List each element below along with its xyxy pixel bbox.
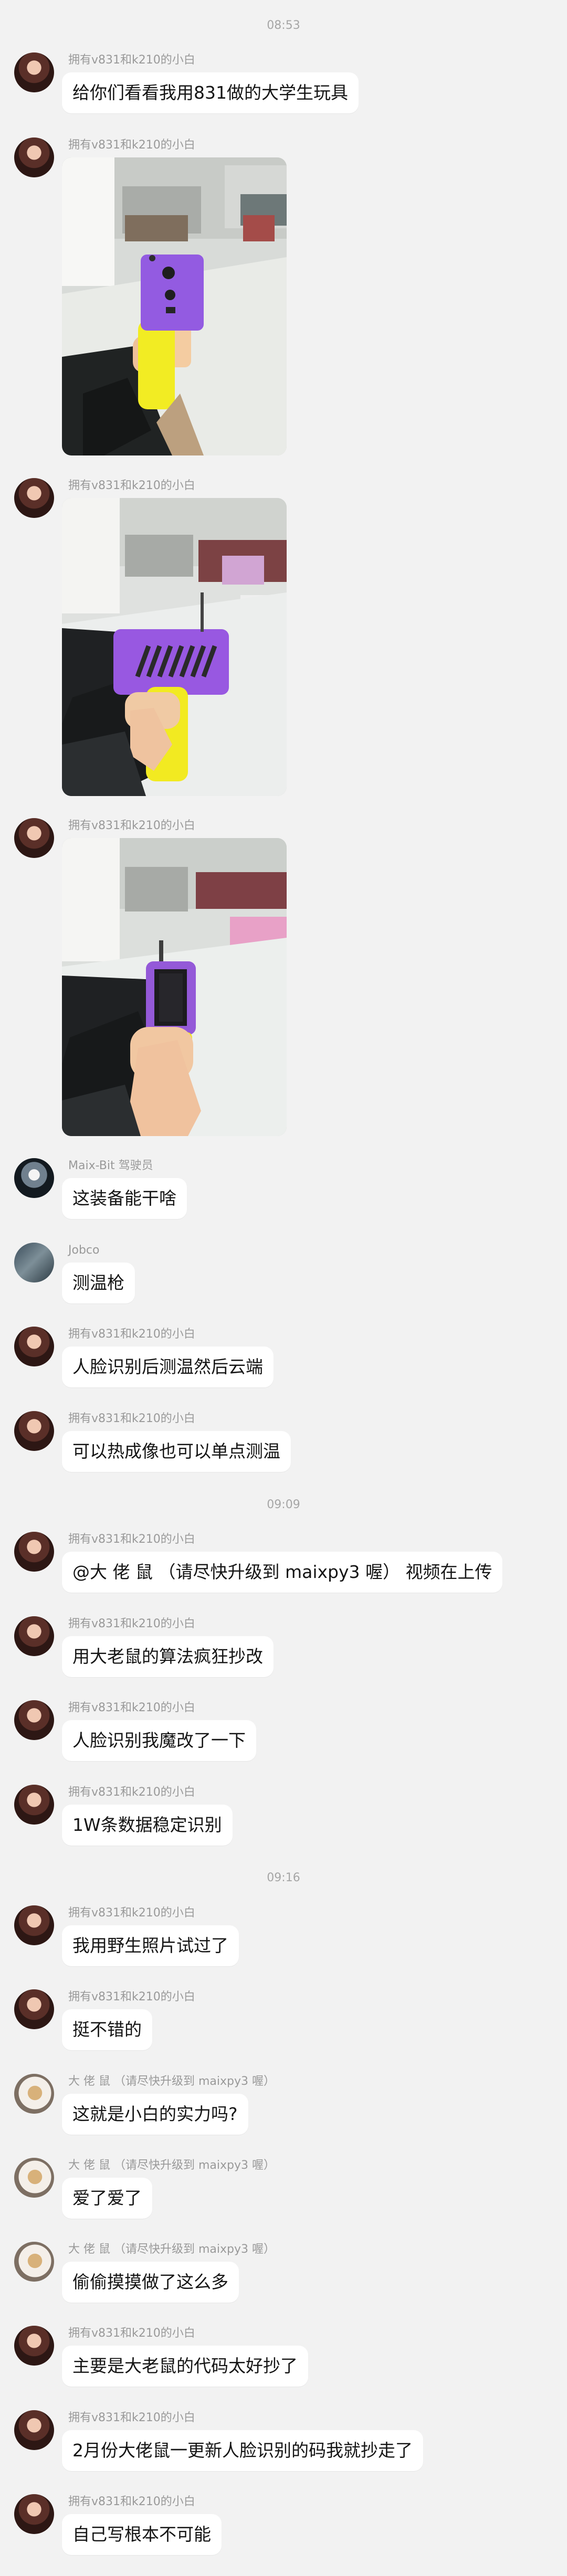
sender-name: 大 佬 鼠 （请尽快升级到 maixpy3 喔） [68,2075,275,2088]
timestamp: 08:53 [267,19,300,32]
timestamp: 09:09 [267,1498,300,1511]
avatar[interactable] [14,1700,54,1740]
sender-name: 拥有v831和k210的小白 [68,479,195,492]
device-photo [62,498,287,796]
sender-name: 大 佬 鼠 （请尽快升级到 maixpy3 喔） [68,2159,275,2172]
avatar[interactable] [14,2158,54,2198]
avatar[interactable] [14,2494,54,2534]
image-message-device-front[interactable] [62,157,287,455]
sender-name: 拥有v831和k210的小白 [68,819,195,832]
avatar[interactable] [14,1327,54,1366]
sender-name: 拥有v831和k210的小白 [68,1990,195,2003]
sender-name: 大 佬 鼠 （请尽快升级到 maixpy3 喔） [68,2243,275,2256]
device-photo [62,157,287,455]
avatar[interactable] [14,818,54,858]
message-bubble[interactable]: 人脸识别后测温然后云端 [62,1347,274,1387]
message-bubble[interactable]: 1W条数据稳定识别 [62,1805,233,1846]
image-message-device-screen[interactable] [62,838,287,1136]
sender-name: 拥有v831和k210的小白 [68,2327,195,2340]
message-bubble[interactable]: 给你们看看我用831做的大学生玩具 [62,72,359,113]
message-bubble[interactable]: 主要是大老鼠的代码太好抄了 [62,2346,308,2387]
sender-name: 拥有v831和k210的小白 [68,2411,195,2424]
sender-name: 拥有v831和k210的小白 [68,1786,195,1799]
sender-name: Jobco [68,1244,100,1257]
message-bubble[interactable]: 测温枪 [62,1263,135,1303]
avatar[interactable] [14,1158,54,1198]
timestamp: 09:16 [267,1871,300,1884]
message-bubble[interactable]: 我用野生照片试过了 [62,1925,239,1966]
message-bubble[interactable]: 人脸识别我魔改了一下 [62,1720,256,1761]
avatar[interactable] [14,1411,54,1451]
avatar[interactable] [14,2242,54,2282]
message-bubble[interactable]: 用大老鼠的算法疯狂抄改 [62,1636,274,1677]
sender-name: 拥有v831和k210的小白 [68,1617,195,1630]
message-bubble[interactable]: 这就是小白的实力吗? [62,2094,248,2135]
avatar[interactable] [14,2326,54,2366]
message-bubble[interactable]: @大 佬 鼠 （请尽快升级到 maixpy3 喔） 视频在上传 [62,1552,503,1593]
chat-history[interactable]: 08:53 拥有v831和k210的小白 给你们看看我用831做的大学生玩具 拥… [0,0,567,2576]
device-photo [62,838,287,1136]
sender-name: 拥有v831和k210的小白 [68,2495,195,2508]
avatar[interactable] [14,1905,54,1945]
avatar[interactable] [14,137,54,177]
sender-name: 拥有v831和k210的小白 [68,1412,195,1425]
message-bubble[interactable]: 挺不错的 [62,2009,152,2050]
message-bubble[interactable]: 这装备能干啥 [62,1178,187,1219]
message-bubble[interactable]: 可以热成像也可以单点测温 [62,1431,291,1472]
avatar[interactable] [14,1989,54,2029]
avatar[interactable] [14,1785,54,1825]
avatar[interactable] [14,1243,54,1282]
sender-name: 拥有v831和k210的小白 [68,1328,195,1341]
sender-name: 拥有v831和k210的小白 [68,139,195,152]
sender-name: 拥有v831和k210的小白 [68,54,195,67]
message-bubble[interactable]: 爱了爱了 [62,2178,152,2219]
message-bubble[interactable]: 2月份大佬鼠一更新人脸识别的码我就抄走了 [62,2430,423,2471]
avatar[interactable] [14,2410,54,2450]
sender-name: Maix-Bit 驾驶员 [68,1159,153,1172]
avatar[interactable] [14,2074,54,2114]
avatar[interactable] [14,1616,54,1656]
sender-name: 拥有v831和k210的小白 [68,1906,195,1920]
avatar[interactable] [14,52,54,92]
avatar[interactable] [14,478,54,518]
message-bubble[interactable]: 偷偷摸摸做了这么多 [62,2262,239,2303]
sender-name: 拥有v831和k210的小白 [68,1533,195,1546]
image-message-device-side[interactable] [62,498,287,796]
avatar[interactable] [14,1532,54,1572]
message-bubble[interactable]: 自己写根本不可能 [62,2514,222,2555]
sender-name: 拥有v831和k210的小白 [68,1701,195,1714]
